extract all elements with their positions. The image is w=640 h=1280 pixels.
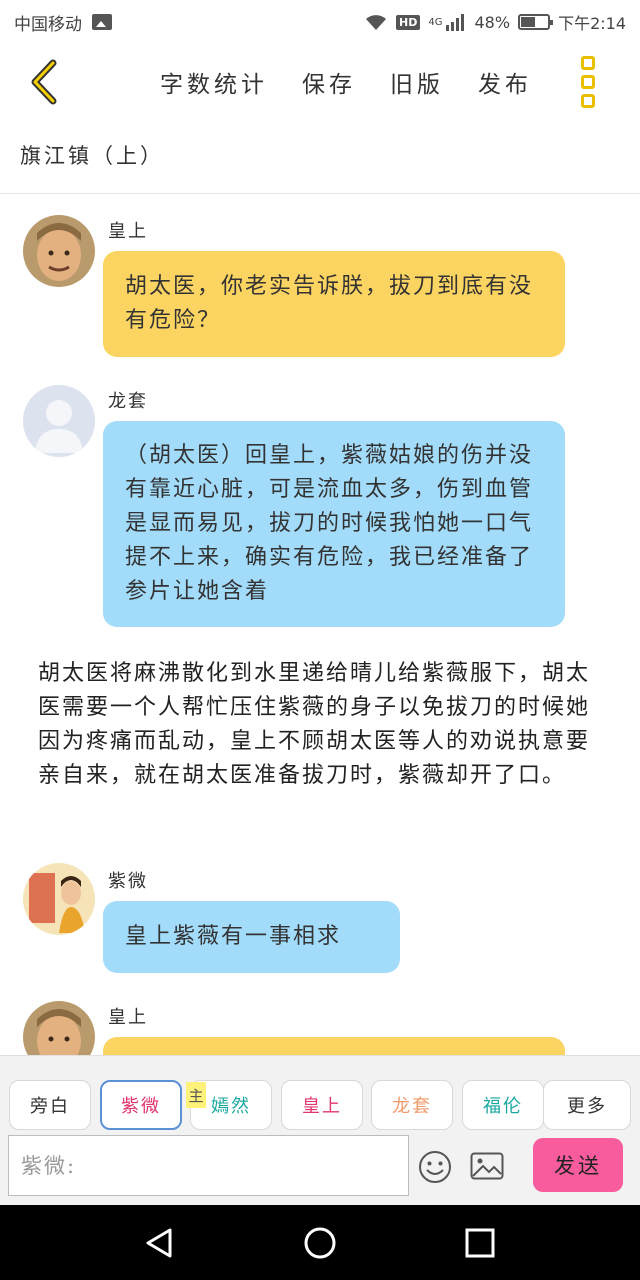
message-input[interactable] — [8, 1135, 409, 1196]
message-bubble[interactable]: 胡太医，你老实告诉朕，拔刀到底有没有危险？ — [103, 251, 565, 357]
role-label: 福伦 — [483, 1096, 523, 1117]
divider — [0, 193, 640, 194]
role-selector-bar: 旁白 紫微 主 嫣然 皇上 龙套 福伦 更多 发送 — [0, 1055, 640, 1205]
network-type: 4G — [428, 16, 443, 28]
editor-toolbar: 字数统计 保存 旧版 发布 — [0, 44, 640, 120]
role-button-extra[interactable]: 龙套 — [371, 1080, 453, 1130]
speaker-name: 皇上 — [108, 1007, 148, 1028]
wifi-icon — [366, 15, 387, 30]
narration-text[interactable]: 胡太医将麻沸散化到水里递给晴儿给紫薇服下，胡太医需要一个人帮忙压住紫薇的身子以免… — [38, 657, 608, 793]
avatar-default[interactable] — [23, 385, 95, 457]
role-label: 更多 — [567, 1096, 607, 1117]
role-button-ziwei[interactable]: 紫微 — [100, 1080, 182, 1130]
master-tag: 主 — [186, 1082, 206, 1108]
ziwei-portrait-icon — [23, 863, 95, 935]
avatar-emperor[interactable] — [23, 215, 95, 287]
role-label: 龙套 — [392, 1096, 432, 1117]
nav-recents-icon[interactable] — [462, 1225, 498, 1261]
battery-percent: 48% — [474, 12, 511, 32]
speaker-name: 皇上 — [108, 221, 148, 242]
role-button-emperor[interactable]: 皇上 — [281, 1080, 363, 1130]
send-button[interactable]: 发送 — [533, 1138, 623, 1192]
role-label: 紫微 — [121, 1096, 161, 1117]
role-label: 嫣然 — [211, 1096, 251, 1117]
emperor-portrait-icon — [23, 215, 95, 287]
emoji-icon[interactable] — [418, 1150, 452, 1184]
story-title[interactable]: 旗江镇（上） — [20, 140, 164, 170]
image-notification-icon — [92, 14, 112, 30]
publish-button[interactable]: 发布 — [478, 65, 532, 99]
avatar-ziwei[interactable] — [23, 863, 95, 935]
more-dot-icon — [581, 94, 595, 108]
more-dot-icon — [581, 56, 595, 70]
role-label: 皇上 — [302, 1096, 342, 1117]
status-bar: 中国移动 HD 4G 48% 下午2:14 — [0, 0, 640, 44]
message-bubble[interactable]: 皇上紫薇有一事相求 — [103, 901, 400, 973]
speaker-name: 龙套 — [108, 391, 148, 412]
battery-icon — [518, 14, 554, 30]
old-version-button[interactable]: 旧版 — [390, 65, 444, 99]
more-menu-button[interactable] — [578, 56, 598, 108]
clock: 下午2:14 — [558, 14, 626, 33]
chevron-left-icon — [31, 59, 57, 105]
role-button-fulun[interactable]: 福伦 — [462, 1080, 544, 1130]
nav-home-icon[interactable] — [302, 1225, 338, 1261]
role-label: 旁白 — [30, 1096, 70, 1117]
role-button-narrator[interactable]: 旁白 — [9, 1080, 91, 1130]
default-user-icon — [23, 385, 95, 457]
save-button[interactable]: 保存 — [302, 65, 356, 99]
nav-back-icon[interactable] — [142, 1225, 178, 1261]
message-bubble[interactable]: （胡太医）回皇上，紫薇姑娘的伤并没有靠近心脏，可是流血太多，伤到血管是显而易见，… — [103, 421, 565, 627]
more-dot-icon — [581, 75, 595, 89]
android-nav-bar — [0, 1205, 640, 1280]
message-bubble[interactable] — [103, 1037, 565, 1055]
avatar-emperor[interactable] — [23, 1001, 95, 1055]
chat-area[interactable]: 皇上 胡太医，你老实告诉朕，拔刀到底有没有危险？ 龙套 （胡太医）回皇上，紫薇姑… — [0, 195, 640, 1055]
speaker-name: 紫微 — [108, 871, 148, 892]
image-picker-icon[interactable] — [470, 1152, 504, 1180]
role-button-more[interactable]: 更多 — [543, 1080, 631, 1130]
signal-icon — [445, 14, 464, 31]
word-count-button[interactable]: 字数统计 — [160, 65, 268, 99]
carrier-label: 中国移动 — [14, 14, 82, 35]
hd-badge: HD — [396, 14, 421, 30]
back-button[interactable] — [22, 58, 66, 106]
emperor-portrait-icon — [23, 1001, 95, 1055]
